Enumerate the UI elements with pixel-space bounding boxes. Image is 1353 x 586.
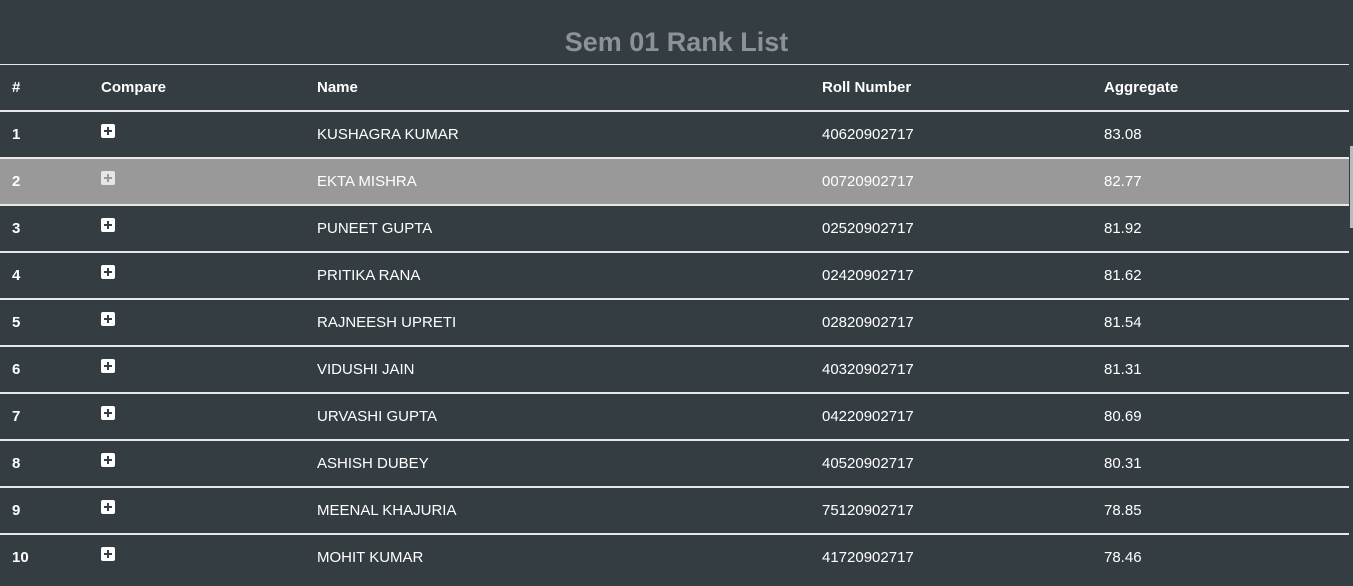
- aggregate-cell: 78.46: [1104, 549, 1142, 566]
- roll-number-cell: 04220902717: [822, 407, 914, 425]
- table-row: 5 RAJNEESH UPRETI 02820902717 81.54: [0, 298, 1349, 346]
- aggregate-cell: 81.54: [1104, 313, 1142, 331]
- name-cell: VIDUSHI JAIN: [317, 360, 415, 378]
- rank-cell: 8: [12, 454, 21, 472]
- roll-number-cell: 02820902717: [822, 313, 914, 331]
- table-row: 1 KUSHAGRA KUMAR 40620902717 83.08: [0, 110, 1349, 158]
- aggregate-cell: 78.85: [1104, 501, 1142, 519]
- name-cell: RAJNEESH UPRETI: [317, 313, 457, 331]
- table-row: 3 PUNEET GUPTA 02520902717 81.92: [0, 204, 1349, 252]
- plus-square-icon[interactable]: [101, 123, 115, 138]
- rank-cell: 7: [12, 407, 21, 425]
- aggregate-cell: 80.31: [1104, 454, 1142, 472]
- plus-square-icon[interactable]: [101, 358, 115, 373]
- roll-number-cell: 40620902717: [822, 125, 914, 143]
- compare-cell: [101, 393, 317, 440]
- plus-square-icon[interactable]: [101, 170, 115, 185]
- roll-number-cell: 40320902717: [822, 360, 914, 378]
- plus-square-icon[interactable]: [101, 405, 115, 420]
- table-header-row: # Compare Name Roll Number Aggregate: [0, 64, 1349, 111]
- roll-number-cell: 02420902717: [822, 266, 914, 284]
- compare-cell: [101, 252, 317, 299]
- rank-table: # Compare Name Roll Number Aggregate 1 KU…: [0, 64, 1349, 581]
- header-name: Name: [317, 78, 358, 96]
- rank-cell: 5: [12, 313, 21, 331]
- compare-cell: [101, 346, 317, 393]
- name-cell: EKTA MISHRA: [317, 172, 417, 190]
- name-cell: URVASHI GUPTA: [317, 407, 438, 425]
- name-cell: PRITIKA RANA: [317, 266, 421, 284]
- header-compare: Compare: [101, 78, 167, 96]
- rank-cell: 3: [12, 219, 21, 237]
- compare-cell: [101, 440, 317, 487]
- rank-cell: 9: [12, 501, 21, 519]
- roll-number-cell: 75120902717: [822, 501, 914, 519]
- table-row: 2 EKTA MISHRA 00720902717 82.77: [0, 157, 1349, 205]
- roll-number-cell: 00720902717: [822, 172, 914, 190]
- aggregate-cell: 83.08: [1104, 125, 1142, 143]
- name-cell: KUSHAGRA KUMAR: [317, 125, 459, 143]
- compare-cell: [101, 487, 317, 534]
- plus-square-icon[interactable]: [101, 499, 115, 514]
- aggregate-cell: 81.62: [1104, 266, 1142, 284]
- table-row: 7 URVASHI GUPTA 04220902717 80.69: [0, 392, 1349, 440]
- name-cell: MEENAL KHAJURIA: [317, 501, 457, 519]
- compare-cell: [101, 111, 317, 158]
- compare-cell: [101, 299, 317, 346]
- plus-square-icon[interactable]: [101, 264, 115, 279]
- rank-cell: 6: [12, 360, 21, 378]
- rank-cell: 10: [12, 549, 29, 566]
- plus-square-icon[interactable]: [101, 452, 115, 467]
- compare-cell: [101, 158, 317, 205]
- compare-cell: [101, 534, 317, 581]
- rank-cell: 1: [12, 125, 21, 143]
- table-row: 8 ASHISH DUBEY 40520902717 80.31: [0, 439, 1349, 487]
- page-title: Sem 01 Rank List: [564, 27, 789, 57]
- plus-square-icon[interactable]: [101, 217, 115, 232]
- table-row: 4 PRITIKA RANA 02420902717 81.62: [0, 251, 1349, 299]
- roll-number-cell: 02520902717: [822, 219, 914, 237]
- rank-list-page: Sem 01 Rank List # Compare Name Roll Num…: [0, 0, 1353, 586]
- name-cell: ASHISH DUBEY: [317, 454, 429, 472]
- plus-square-icon[interactable]: [101, 547, 115, 562]
- aggregate-cell: 81.92: [1104, 219, 1142, 237]
- table-row: 6 VIDUSHI JAIN 40320902717 81.31: [0, 345, 1349, 393]
- table-row: 9 MEENAL KHAJURIA 75120902717 78.85: [0, 486, 1349, 534]
- header-aggregate: Aggregate: [1104, 78, 1179, 96]
- rank-cell: 2: [12, 172, 21, 190]
- aggregate-cell: 80.69: [1104, 407, 1142, 425]
- rank-cell: 4: [12, 266, 21, 284]
- table-row: 10 MOHIT KUMAR 41720902717 78.46: [0, 533, 1349, 581]
- roll-number-cell: 41720902717: [822, 549, 914, 566]
- aggregate-cell: 82.77: [1104, 172, 1142, 190]
- header-rank: #: [12, 78, 21, 96]
- plus-square-icon[interactable]: [101, 311, 115, 326]
- name-cell: PUNEET GUPTA: [317, 219, 433, 237]
- name-cell: MOHIT KUMAR: [317, 549, 424, 566]
- header-roll-number: Roll Number: [822, 78, 912, 96]
- aggregate-cell: 81.31: [1104, 360, 1142, 378]
- roll-number-cell: 40520902717: [822, 454, 914, 472]
- compare-cell: [101, 205, 317, 252]
